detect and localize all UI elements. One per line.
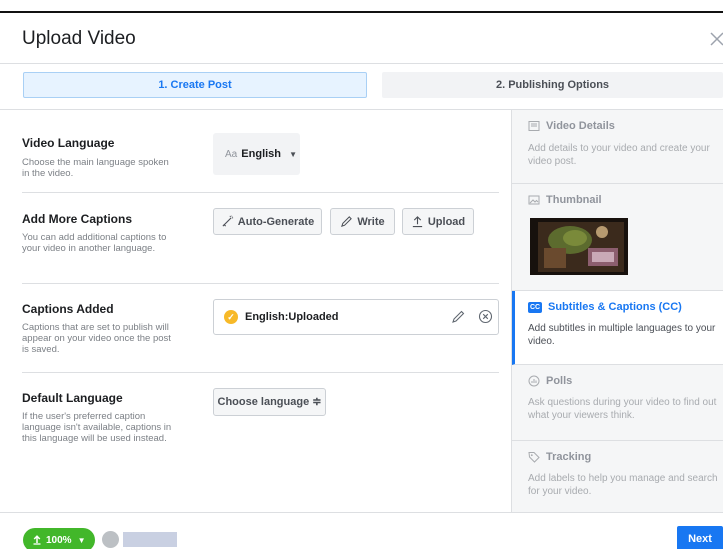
video-details-icon — [528, 121, 540, 131]
sidebar-item-description: Ask questions during your video to find … — [528, 397, 717, 421]
sidebar: Video Details Add details to your video … — [511, 110, 723, 512]
tab-publishing-options[interactable]: 2. Publishing Options — [382, 72, 723, 98]
sidebar-item-title-row: Polls — [528, 375, 572, 387]
captions-added-description: Captions that are set to publish will ap… — [22, 322, 171, 355]
top-cropped-strip — [0, 0, 723, 14]
next-button[interactable]: Next — [677, 526, 723, 549]
sidebar-item-thumbnail[interactable]: Thumbnail — [512, 184, 723, 291]
section-divider — [22, 192, 499, 193]
tab-create-post[interactable]: 1. Create Post — [23, 72, 367, 98]
upload-progress-button[interactable]: 100% ▼ — [23, 528, 95, 549]
auto-generate-button[interactable]: Auto-Generate — [213, 208, 322, 235]
step-tabs: 1. Create Post 2. Publishing Options — [0, 64, 723, 110]
remove-caption-icon[interactable] — [478, 309, 493, 324]
tag-icon — [528, 452, 540, 463]
section-divider — [22, 372, 499, 373]
upload-label: Upload — [427, 215, 466, 228]
sidebar-item-label: Thumbnail — [546, 194, 602, 206]
sidebar-item-description: Add labels to help you manage and search… — [528, 473, 718, 497]
sidebar-item-title-row: CC Subtitles & Captions (CC) — [528, 301, 682, 313]
chevron-down-icon: ▼ — [289, 150, 298, 159]
sidebar-item-label: Polls — [546, 375, 573, 387]
magic-wand-icon — [222, 215, 233, 227]
sidebar-item-label: Tracking — [546, 451, 592, 463]
sidebar-item-label: Subtitles & Captions (CC) — [548, 301, 682, 313]
sidebar-item-description: Add details to your video and create you… — [528, 143, 710, 167]
add-captions-description: You can add additional captions to your … — [22, 232, 167, 254]
redacted-filename — [123, 532, 177, 547]
close-icon[interactable] — [707, 29, 723, 49]
dialog-footer: 100% ▼ Next — [0, 512, 723, 549]
caption-item-label: English:Uploaded — [245, 311, 339, 323]
auto-generate-label: Auto-Generate — [237, 215, 315, 228]
image-icon — [528, 195, 540, 205]
font-size-icon: Aa — [225, 149, 238, 160]
sidebar-item-description: Add subtitles in multiple languages to y… — [528, 323, 716, 347]
video-language-description: Choose the main language spoken in the v… — [22, 157, 169, 179]
dialog-title: Upload Video — [22, 28, 136, 49]
video-language-select[interactable]: Aa English ▼ — [213, 133, 300, 175]
upload-button[interactable]: Upload — [402, 208, 474, 235]
check-circle-icon: ✓ — [224, 310, 238, 324]
sidebar-item-tracking[interactable]: Tracking Add labels to help you manage a… — [512, 441, 723, 512]
section-divider — [22, 283, 499, 284]
top-divider — [0, 11, 723, 13]
dialog-header: Upload Video — [0, 14, 723, 64]
upload-icon — [412, 216, 423, 228]
write-button[interactable]: Write — [330, 208, 395, 235]
edit-caption-icon[interactable] — [451, 309, 466, 324]
sidebar-item-polls[interactable]: Polls Ask questions during your video to… — [512, 365, 723, 441]
chevron-down-icon: ▼ — [77, 535, 86, 545]
upload-progress-label: 100% — [46, 534, 72, 546]
choose-language-select[interactable]: Choose language ≑ — [213, 388, 326, 416]
sidebar-item-video-details[interactable]: Video Details Add details to your video … — [512, 110, 723, 184]
poll-icon — [528, 375, 540, 387]
sidebar-item-subtitles-captions[interactable]: CC Subtitles & Captions (CC) Add subtitl… — [512, 291, 723, 365]
sidebar-item-title-row: Video Details — [528, 120, 615, 132]
pencil-icon — [341, 216, 353, 227]
write-label: Write — [357, 215, 385, 228]
video-thumbnail[interactable] — [530, 218, 628, 275]
cc-icon: CC — [528, 301, 542, 313]
sidebar-item-label: Video Details — [546, 120, 615, 132]
avatar — [102, 531, 119, 548]
caption-item: ✓ English:Uploaded — [213, 299, 499, 335]
default-language-description: If the user's preferred caption language… — [22, 411, 172, 444]
upload-arrow-icon — [33, 535, 41, 545]
sidebar-item-title-row: Tracking — [528, 451, 591, 463]
thumbnail-image — [530, 218, 628, 275]
sidebar-item-title-row: Thumbnail — [528, 194, 602, 206]
video-language-value: English — [241, 148, 282, 160]
